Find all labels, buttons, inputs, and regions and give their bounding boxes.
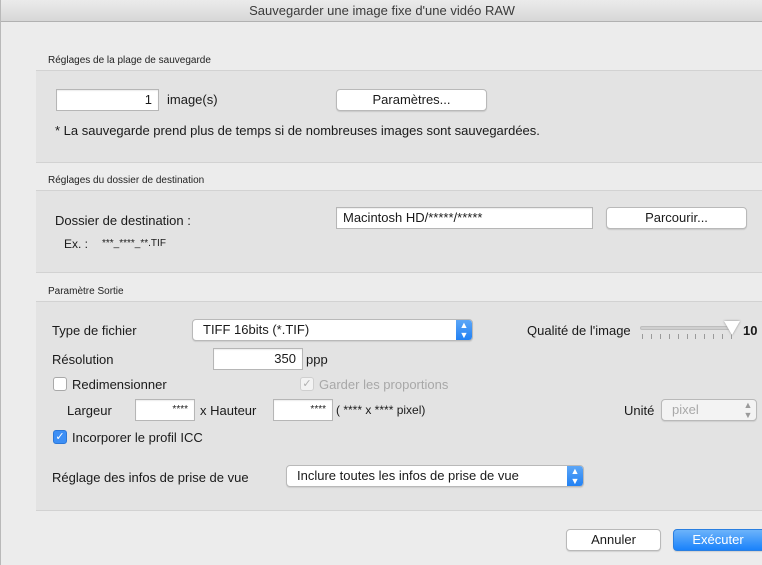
destination-label: Dossier de destination :	[55, 213, 191, 228]
output-section-title: Paramètre Sortie	[48, 286, 124, 297]
file-type-label: Type de fichier	[52, 323, 137, 338]
save-range-group: 1 image(s) Paramètres... * La sauvegarde…	[36, 70, 762, 163]
unit-select[interactable]: pixel ▲ ▼	[661, 399, 757, 421]
slider-tick	[660, 334, 661, 339]
height-label: x Hauteur	[200, 403, 257, 418]
chevron-updown-icon: ▲ ▼	[743, 400, 753, 420]
slider-ticks	[642, 334, 732, 340]
file-type-select[interactable]: TIFF 16bits (*.TIF) ▲ ▼	[192, 319, 473, 341]
resize-checkbox[interactable]	[53, 377, 67, 391]
shooting-info-label: Réglage des infos de prise de vue	[52, 470, 249, 485]
parameters-button[interactable]: Paramètres...	[336, 89, 487, 111]
embed-icc-label: Incorporer le profil ICC	[72, 430, 203, 445]
keep-proportions-checkbox[interactable]: ✓	[300, 377, 314, 391]
cancel-button[interactable]: Annuler	[566, 529, 661, 551]
slider-tick	[695, 334, 696, 339]
resolution-unit: ppp	[306, 352, 328, 367]
resolution-label: Résolution	[52, 352, 114, 367]
slider-tick	[722, 334, 723, 339]
resolution-field[interactable]: 350	[213, 348, 303, 370]
destination-path-field[interactable]: Macintosh HD/*****/*****	[336, 207, 593, 229]
height-field[interactable]: ****	[273, 399, 333, 421]
image-count-unit: image(s)	[167, 92, 218, 107]
execute-button[interactable]: Exécuter	[673, 529, 762, 551]
chevron-updown-icon: ▲ ▼	[456, 320, 472, 340]
width-label: Largeur	[67, 403, 112, 418]
shooting-info-value: Inclure toutes les infos de prise de vue	[297, 468, 519, 483]
slider-tick	[642, 334, 643, 339]
destination-group: Dossier de destination : Macintosh HD/**…	[36, 190, 762, 273]
image-count-field[interactable]: 1	[56, 89, 159, 111]
save-range-section-title: Réglages de la plage de sauvegarde	[48, 55, 211, 66]
window-title: Sauvegarder une image fixe d'une vidéo R…	[1, 0, 762, 22]
slider-tick	[678, 334, 679, 339]
embed-icc-checkbox[interactable]: ✓	[53, 430, 67, 444]
slider-tick	[704, 334, 705, 339]
output-group: Type de fichier TIFF 16bits (*.TIF) ▲ ▼ Q…	[36, 301, 762, 511]
slider-tick	[687, 334, 688, 339]
shooting-info-select[interactable]: Inclure toutes les infos de prise de vue…	[286, 465, 584, 487]
unit-value: pixel	[672, 402, 699, 417]
example-label: Ex. :	[64, 237, 89, 251]
browse-button[interactable]: Parcourir...	[606, 207, 747, 229]
pixel-size-readout: ( **** x **** pixel)	[336, 403, 426, 417]
save-still-image-dialog: Sauvegarder une image fixe d'une vidéo R…	[0, 0, 762, 565]
unit-label: Unité	[624, 403, 655, 418]
image-quality-slider[interactable]	[638, 319, 740, 341]
slider-thumb[interactable]	[724, 321, 740, 335]
image-quality-value: 10	[743, 323, 758, 338]
file-type-value: TIFF 16bits (*.TIF)	[203, 322, 310, 337]
resize-label: Redimensionner	[72, 377, 167, 392]
slider-tick	[669, 334, 670, 339]
chevron-updown-icon: ▲ ▼	[567, 466, 583, 486]
save-duration-note: * La sauvegarde prend plus de temps si d…	[55, 123, 540, 138]
destination-section-title: Réglages du dossier de destination	[48, 175, 205, 186]
slider-tick	[713, 334, 714, 339]
example-filename: ***_****_**.TIF	[102, 238, 166, 249]
slider-tick	[651, 334, 652, 339]
image-quality-label: Qualité de l'image	[527, 323, 631, 338]
width-field[interactable]: ****	[135, 399, 195, 421]
keep-proportions-label: Garder les proportions	[319, 377, 449, 392]
